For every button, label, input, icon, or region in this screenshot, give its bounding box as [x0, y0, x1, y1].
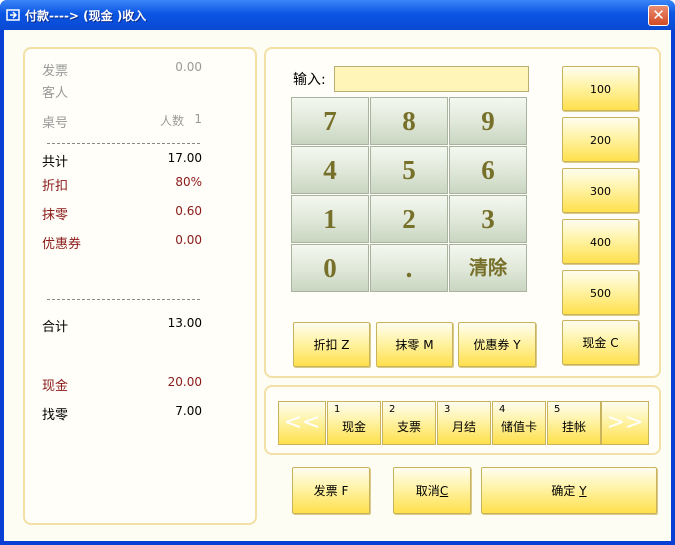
table-row: 桌号 人数 1 — [42, 112, 202, 131]
total-row: 共计 17.00 — [42, 151, 202, 170]
cash-value: 20.00 — [167, 375, 202, 389]
change-label: 找零 — [42, 408, 69, 423]
amount-300-button[interactable]: 300 — [562, 168, 639, 213]
clear-button[interactable]: 清除 — [449, 244, 527, 292]
key-4[interactable]: 4 — [291, 146, 369, 194]
confirm-button[interactable]: 确定 Y — [481, 467, 657, 514]
rounding-value: 0.60 — [175, 204, 202, 218]
confirm-button-label: 确定 — [551, 484, 580, 498]
payment-type-number: 3 — [444, 404, 451, 415]
cash-label: 现金 — [42, 379, 69, 394]
rounding-row: 抹零 0.60 — [42, 204, 202, 223]
window-title: 付款----> (现金 )收入 — [25, 9, 147, 23]
change-row: 找零 7.00 — [42, 404, 202, 423]
payment-type-check[interactable]: 2 支票 — [382, 401, 436, 445]
key-0[interactable]: 0 — [291, 244, 369, 292]
cancel-shortcut: C — [439, 484, 449, 498]
payment-type-label: 支票 — [396, 420, 421, 434]
app-icon — [6, 8, 21, 22]
payment-type-number: 4 — [499, 404, 506, 415]
payment-window: 付款----> (现金 )收入 ✕ 发票 0.00 客人 桌号 人数 1 共计 … — [0, 0, 675, 545]
client-area: 发票 0.00 客人 桌号 人数 1 共计 17.00 折扣 80% 抹零 0.… — [4, 30, 671, 541]
key-7[interactable]: 7 — [291, 97, 369, 145]
rounding-button[interactable]: 抹零 M — [376, 322, 453, 367]
discount-value: 80% — [175, 175, 202, 189]
amount-200-button[interactable]: 200 — [562, 117, 639, 162]
payment-type-label: 月结 — [451, 420, 476, 434]
subtotal-row: 合计 13.00 — [42, 316, 202, 335]
key-9[interactable]: 9 — [449, 97, 527, 145]
people-value: 1 — [194, 112, 202, 126]
prev-page-button[interactable]: << — [278, 401, 326, 445]
guest-label: 客人 — [42, 86, 69, 101]
amount-input[interactable] — [334, 66, 529, 92]
change-value: 7.00 — [175, 404, 202, 418]
cancel-button[interactable]: 取消C — [393, 467, 471, 514]
cash-button[interactable]: 现金 C — [562, 320, 639, 365]
payment-type-label: 现金 — [341, 420, 366, 434]
cancel-button-label: 取消 — [415, 484, 440, 498]
payment-type-label: 挂帐 — [561, 420, 586, 434]
keypad-panel: 输入: 7 8 9 4 5 6 1 2 3 0 . 清除 100 200 300… — [264, 47, 661, 378]
discount-row: 折扣 80% — [42, 175, 202, 194]
amount-400-button[interactable]: 400 — [562, 219, 639, 264]
subtotal-value: 13.00 — [167, 316, 202, 330]
invoice-label: 发票 — [42, 64, 69, 79]
payment-type-monthly[interactable]: 3 月结 — [437, 401, 491, 445]
payment-type-bar: << 1 现金 2 支票 3 月结 4 储值卡 5 挂帐 >> — [264, 385, 661, 455]
rounding-label: 抹零 — [42, 208, 69, 223]
payment-type-number: 1 — [334, 404, 341, 415]
total-label: 共计 — [42, 155, 69, 170]
confirm-shortcut: Y — [579, 484, 587, 498]
payment-type-number: 2 — [389, 404, 396, 415]
people-label: 人数 — [159, 114, 184, 128]
coupon-label: 优惠券 — [42, 237, 82, 252]
total-value: 17.00 — [167, 151, 202, 165]
key-3[interactable]: 3 — [449, 195, 527, 243]
divider — [47, 143, 200, 144]
invoice-value: 0.00 — [175, 60, 202, 74]
subtotal-label: 合计 — [42, 320, 69, 335]
payment-type-on-account[interactable]: 5 挂帐 — [547, 401, 601, 445]
key-5[interactable]: 5 — [370, 146, 448, 194]
discount-button[interactable]: 折扣 Z — [293, 322, 370, 367]
invoice-button[interactable]: 发票 F — [292, 467, 370, 514]
key-decimal[interactable]: . — [370, 244, 448, 292]
coupon-row: 优惠券 0.00 — [42, 233, 202, 252]
key-1[interactable]: 1 — [291, 195, 369, 243]
cash-row: 现金 20.00 — [42, 375, 202, 394]
guest-row: 客人 — [42, 82, 202, 101]
payment-type-label: 储值卡 — [500, 420, 537, 434]
discount-label: 折扣 — [42, 179, 69, 194]
close-button[interactable]: ✕ — [648, 5, 669, 26]
key-6[interactable]: 6 — [449, 146, 527, 194]
key-8[interactable]: 8 — [370, 97, 448, 145]
amount-100-button[interactable]: 100 — [562, 66, 639, 111]
title-bar[interactable]: 付款----> (现金 )收入 ✕ — [0, 0, 675, 30]
next-page-button[interactable]: >> — [601, 401, 649, 445]
number-keypad: 7 8 9 4 5 6 1 2 3 0 . 清除 — [291, 97, 531, 294]
amount-500-button[interactable]: 500 — [562, 270, 639, 315]
coupon-button[interactable]: 优惠券 Y — [458, 322, 536, 367]
table-label: 桌号 — [42, 116, 69, 131]
divider — [47, 299, 200, 300]
invoice-row: 发票 0.00 — [42, 60, 202, 79]
coupon-value: 0.00 — [175, 233, 202, 247]
bill-summary-panel: 发票 0.00 客人 桌号 人数 1 共计 17.00 折扣 80% 抹零 0.… — [23, 47, 257, 525]
payment-type-cash[interactable]: 1 现金 — [327, 401, 381, 445]
key-2[interactable]: 2 — [370, 195, 448, 243]
payment-type-number: 5 — [554, 404, 561, 415]
input-label: 输入: — [293, 72, 326, 88]
payment-type-stored-value-card[interactable]: 4 储值卡 — [492, 401, 546, 445]
